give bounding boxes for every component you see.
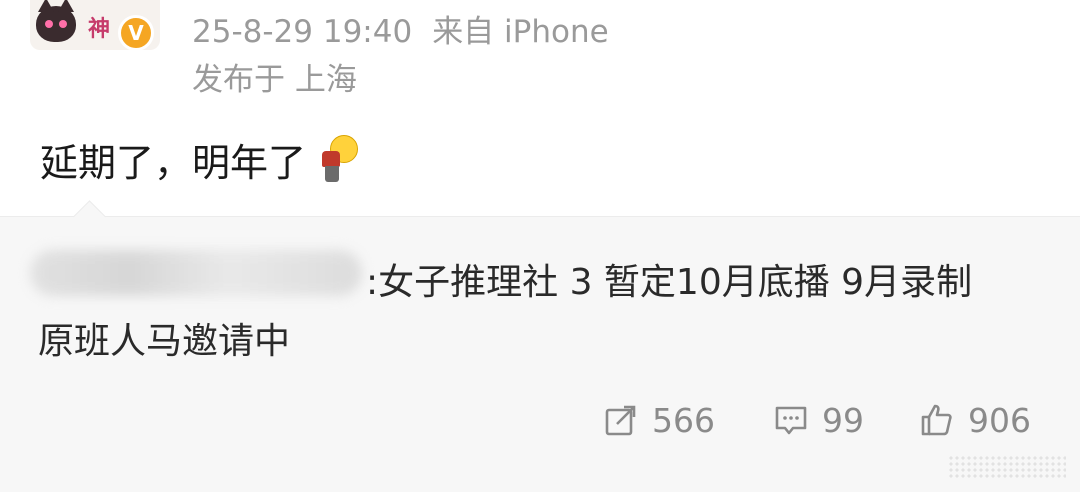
post-text: 延期了，明年了 bbox=[40, 141, 307, 185]
avatar-text: 神 bbox=[88, 17, 111, 42]
comment-count: 99 bbox=[822, 400, 864, 440]
weibo-post: 神 V 25-8-29 19:40 来自 iPhone 发布于 上海 延期了，明年… bbox=[0, 0, 1080, 492]
post-timestamp: 25-8-29 19:40 bbox=[192, 14, 413, 50]
repost-text-line2: 原班人马邀请中 bbox=[38, 321, 291, 362]
repost-text-line1: :女子推理社 3 暂定10月底播 9月录制 bbox=[366, 262, 973, 303]
verified-badge-icon: V bbox=[118, 15, 154, 51]
thumbs-up-icon bbox=[921, 404, 952, 436]
watermark-dots bbox=[948, 455, 1066, 479]
post-meta: 25-8-29 19:40 来自 iPhone bbox=[192, 6, 609, 51]
bowing-person-emoji-icon bbox=[318, 134, 359, 185]
post-source: 来自 iPhone bbox=[432, 14, 609, 50]
like-count: 906 bbox=[968, 400, 1031, 440]
comment-button[interactable]: 99 bbox=[774, 400, 864, 440]
cat-avatar-icon bbox=[36, 0, 76, 42]
post-location: 发布于 上海 bbox=[192, 62, 357, 98]
share-icon bbox=[605, 405, 636, 436]
repost-count: 566 bbox=[652, 400, 715, 440]
comment-icon bbox=[775, 406, 807, 435]
post-text-row: 延期了，明年了 bbox=[40, 132, 359, 187]
blurred-username bbox=[30, 250, 362, 296]
like-button[interactable]: 906 bbox=[920, 400, 1031, 440]
repost-button[interactable]: 566 bbox=[604, 400, 715, 440]
